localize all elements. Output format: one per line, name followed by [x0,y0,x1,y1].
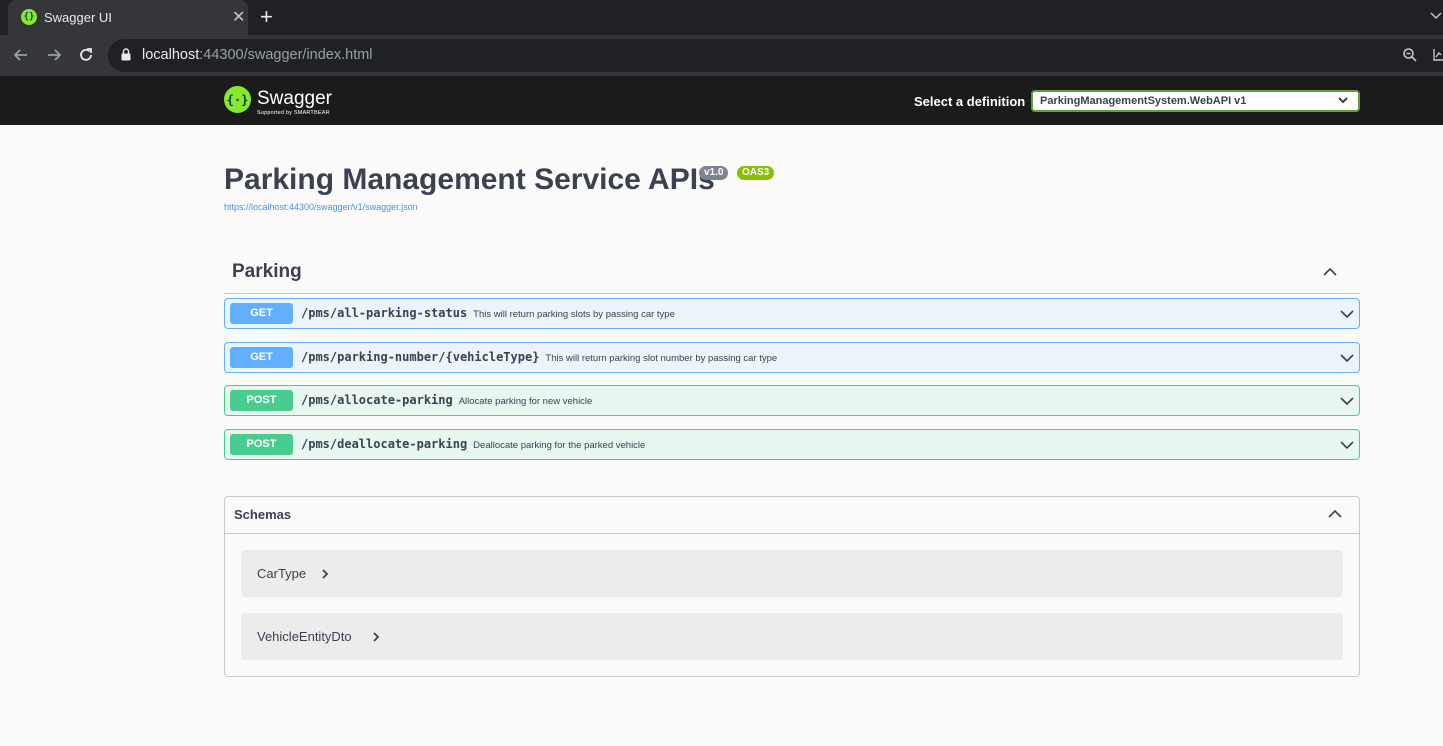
schema-model-vehicleentitydto[interactable]: VehicleEntityDto [241,613,1343,660]
path-text: /pms/parking-number/{vehicleType} [301,350,540,364]
swagger-favicon-icon: {} [21,9,37,25]
chevron-up-icon[interactable] [1327,506,1343,522]
operation-path: /pms/all-parking-status This will return … [301,306,675,320]
smartbear-caption: Supported by SMARTBEAR [257,110,330,116]
lock-icon[interactable] [121,48,131,61]
extension-icon[interactable] [1433,47,1443,63]
tab-search-chevron-icon[interactable] [1430,11,1442,21]
chevron-down-icon[interactable] [1340,351,1354,365]
method-badge: POST [230,434,293,455]
forward-arrow-icon[interactable] [45,46,63,64]
operation-post-deallocate-parking[interactable]: POST /pms/deallocate-parking Deallocate p… [224,429,1360,460]
definition-label: Select a definition [914,94,1026,109]
chevron-up-icon[interactable] [1322,264,1338,280]
operation-path: /pms/allocate-parking Allocate parking fo… [301,393,592,407]
new-tab-button[interactable]: + [260,4,273,30]
chevron-down-icon[interactable] [1340,394,1354,408]
method-badge: GET [230,303,293,324]
model-name: VehicleEntityDto [257,629,352,644]
operation-summary: Allocate parking for new vehicle [458,396,593,407]
schemas-section: Schemas CarType VehicleEntityDto [224,496,1360,677]
spec-json-link[interactable]: https://localhost:44300/swagger/v1/swagg… [224,202,418,212]
oas-badge: OAS3 [737,166,775,180]
close-tab-icon[interactable]: ✕ [232,7,245,27]
url-host: localhost [142,47,200,63]
operation-post-allocate-parking[interactable]: POST /pms/allocate-parking Allocate parki… [224,385,1360,416]
path-text: /pms/deallocate-parking [301,437,468,451]
operation-get-all-parking-status[interactable]: GET /pms/all-parking-status This will ret… [224,298,1360,329]
page-title: Parking Management Service APIs [224,163,715,196]
swagger-logo-icon[interactable]: {·} [224,86,251,113]
model-name: CarType [257,566,307,581]
zoom-icon[interactable] [1402,47,1418,63]
operation-summary: Deallocate parking for the parked vehicl… [473,440,646,451]
operation-get-parking-number[interactable]: GET /pms/parking-number/{vehicleType} Thi… [224,342,1360,373]
chevron-down-icon[interactable] [1340,307,1354,321]
chevron-down-icon[interactable] [1340,438,1354,452]
operation-path: /pms/parking-number/{vehicleType} This wi… [301,350,777,364]
url-text[interactable]: localhost:44300/swagger/index.html [142,47,373,63]
operation-path: /pms/deallocate-parking Deallocate parkin… [301,437,645,451]
path-text: /pms/all-parking-status [301,306,468,320]
url-path: :44300/swagger/index.html [199,47,373,63]
back-arrow-icon[interactable] [12,46,30,64]
path-text: /pms/allocate-parking [301,393,453,407]
tab-title: Swagger UI [44,10,112,25]
operation-summary: This will return parking slots by passin… [473,309,675,320]
method-badge: POST [230,390,293,411]
tag-divider [224,293,1360,294]
schema-model-cartype[interactable]: CarType [241,550,1343,597]
reload-icon[interactable] [77,46,95,64]
swagger-logo-text[interactable]: Swagger [257,88,332,110]
chevron-down-icon[interactable] [1336,93,1350,107]
browser-tab[interactable]: {} Swagger UI ✕ [8,0,248,35]
operation-summary: This will return parking slot number by … [545,353,778,364]
schemas-header[interactable]: Schemas [225,497,1359,534]
definition-select-value[interactable]: ParkingManagementSystem.WebAPI v1 [1040,95,1246,107]
schemas-title: Schemas [234,507,292,522]
chevron-right-icon[interactable] [321,569,329,579]
chevron-right-icon[interactable] [372,632,380,642]
method-badge: GET [230,347,293,368]
tag-title-parking[interactable]: Parking [232,261,302,283]
version-badge: v1.0 [699,166,729,180]
